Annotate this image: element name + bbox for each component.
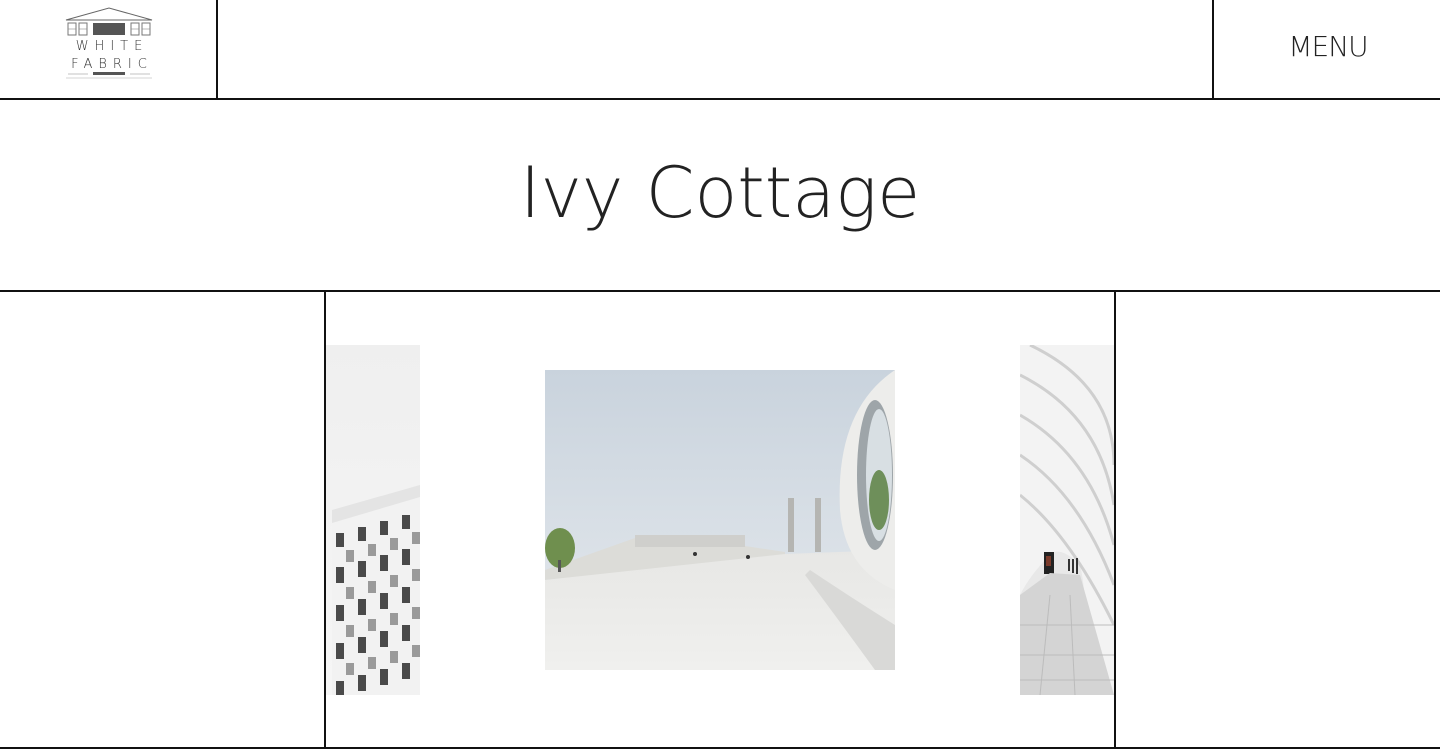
image-gallery <box>0 290 1440 749</box>
menu-button[interactable]: MENU <box>1214 30 1440 63</box>
white-tunnel-photo <box>1020 345 1114 695</box>
site-header: WHITE FABRIC MENU <box>0 0 1440 100</box>
brand-line-2: FABRIC <box>71 57 153 72</box>
gallery-slide-next[interactable] <box>1020 345 1114 695</box>
page-title: Ivy Cottage <box>519 152 921 234</box>
brand-logo[interactable]: WHITE FABRIC <box>64 6 154 82</box>
brand-line-1: WHITE <box>75 39 149 54</box>
gallery-slide-previous[interactable] <box>326 345 420 695</box>
plaza-architecture-photo <box>545 370 895 670</box>
gallery-carousel <box>324 292 1116 747</box>
logo-cell: WHITE FABRIC <box>0 0 218 98</box>
building-facade-photo <box>326 345 420 695</box>
menu-cell: MENU <box>1212 0 1440 98</box>
gallery-slide-current[interactable] <box>545 370 895 670</box>
